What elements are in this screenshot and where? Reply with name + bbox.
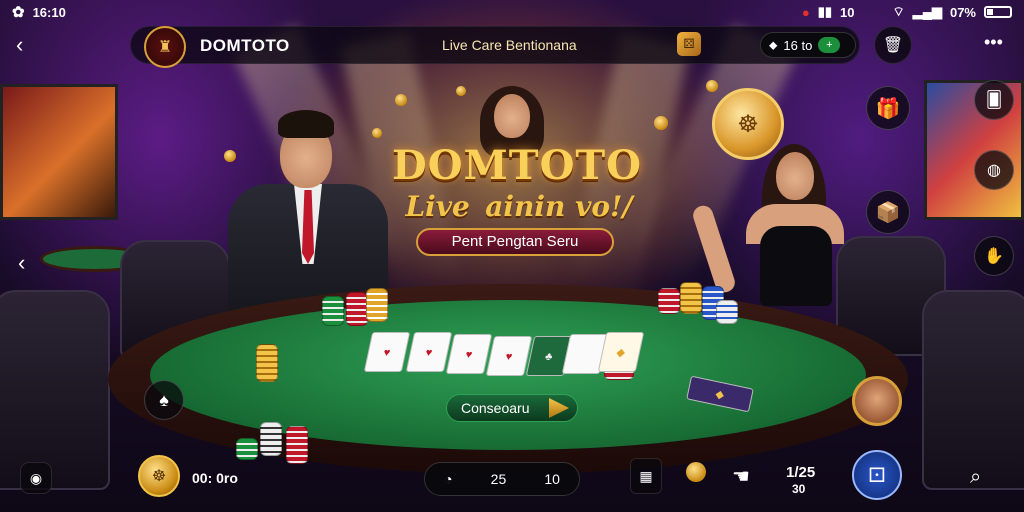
floating-coin xyxy=(224,150,236,162)
chip-stack xyxy=(322,296,344,326)
chip-stack xyxy=(716,300,738,324)
balance-text: 16 to xyxy=(783,37,813,53)
continue-label: Conseoaru xyxy=(461,400,530,416)
battery-text: 07% xyxy=(949,4,976,20)
timer-pill[interactable]: ◔ 25 10 xyxy=(424,462,580,496)
floating-coin xyxy=(395,94,407,106)
chair-far-right xyxy=(922,290,1024,490)
status-time: 16:10 xyxy=(32,4,66,20)
header-title: Live Care Bentionana xyxy=(442,37,577,53)
dice-cup-icon[interactable]: ⚀ xyxy=(852,450,902,500)
cellular-icon: ▂▄▆ xyxy=(912,4,942,19)
pill-left-value: 25 xyxy=(490,471,507,487)
dice-icon[interactable]: ⚄ xyxy=(677,32,701,56)
casino-scene: ♥ ♥ ♥ ♥ ♣ ◆ ◆ xyxy=(0,0,1024,512)
back-arrow-icon[interactable]: ‹ xyxy=(16,32,23,58)
floating-coin xyxy=(372,128,382,138)
pin-icon: ⬥ xyxy=(769,37,778,52)
wifi-icon: ⌔ xyxy=(892,4,905,19)
continue-button[interactable]: Conseoaru xyxy=(446,394,578,422)
hand-icon[interactable]: ☚ xyxy=(732,464,750,489)
cards-icon[interactable]: 🂠 xyxy=(974,80,1014,120)
chip-stack xyxy=(658,288,680,314)
pill-right-value: 10 xyxy=(544,471,560,487)
host-face xyxy=(494,94,530,138)
gold-medal-icon[interactable]: ☸ xyxy=(712,88,784,160)
coin-value: 00: 0ro xyxy=(192,470,238,486)
search-icon[interactable]: ⌕ xyxy=(970,466,981,489)
more-menu-icon[interactable]: ••• xyxy=(984,32,1003,53)
gift-box-icon[interactable]: 🎁 xyxy=(866,86,910,130)
chat-icon[interactable]: ◍ xyxy=(974,150,1014,190)
timer-icon: ◔ xyxy=(444,471,453,487)
coin-icon[interactable]: ☸ xyxy=(138,455,180,497)
instagram-icon[interactable]: ◉ xyxy=(20,462,52,494)
add-balance-button[interactable]: + xyxy=(818,37,841,53)
brand-name: DOMTOTO xyxy=(200,36,290,55)
prev-arrow-icon[interactable]: ‹ xyxy=(18,250,25,276)
stat-bottom: 30 xyxy=(792,482,806,496)
card-table-icon[interactable]: ▦ xyxy=(630,458,662,494)
gesture-icon[interactable]: ✋ xyxy=(974,236,1014,276)
promo-title: DOMTOTO xyxy=(392,142,643,189)
record-icon: ● xyxy=(801,4,810,20)
chip-stack xyxy=(366,288,388,322)
background-screen-left xyxy=(0,84,118,220)
play-arrow-icon xyxy=(549,398,569,418)
spade-icon[interactable]: ♠ xyxy=(144,380,184,420)
promo-banner[interactable]: Pent Pengtan Seru xyxy=(416,228,614,256)
avatar[interactable] xyxy=(852,376,902,426)
floating-coin xyxy=(654,116,668,130)
trash-icon[interactable]: 🗑 xyxy=(874,26,912,64)
floating-coin xyxy=(456,86,466,96)
treasure-box-icon[interactable]: 📦 xyxy=(866,190,910,234)
floating-coin xyxy=(706,80,718,92)
status-left: ✿ 16:10 xyxy=(12,3,66,21)
chip-stack xyxy=(346,292,368,326)
chip-stack xyxy=(260,422,282,456)
balance-pill[interactable]: ⬥ 16 to + xyxy=(760,32,856,58)
man-hair xyxy=(278,110,334,138)
signal-text: 10 xyxy=(840,4,855,20)
promo-subtitle: Live ainin vo!/ xyxy=(405,190,633,223)
brand-logo[interactable]: ♜ xyxy=(144,26,186,68)
battery-icon xyxy=(984,6,1012,18)
woman-dress xyxy=(760,226,832,306)
status-bar: ✿ 16:10 ● ▮▮ 10 ⌔ ▂▄▆ 07% xyxy=(0,0,1024,24)
chip-stack xyxy=(286,426,308,464)
stat-top: 1/25 xyxy=(786,464,816,481)
chip-stack xyxy=(680,282,702,314)
chip-stack xyxy=(236,438,258,460)
chip-stack xyxy=(256,344,278,382)
chair-left xyxy=(0,290,110,490)
status-right: ● ▮▮ 10 ⌔ ▂▄▆ 07% xyxy=(802,4,1012,20)
chip-icon[interactable] xyxy=(686,462,706,482)
flower-icon: ✿ xyxy=(12,4,25,21)
signal-bars-icon: ▮▮ xyxy=(817,4,833,19)
woman-face xyxy=(776,152,814,200)
